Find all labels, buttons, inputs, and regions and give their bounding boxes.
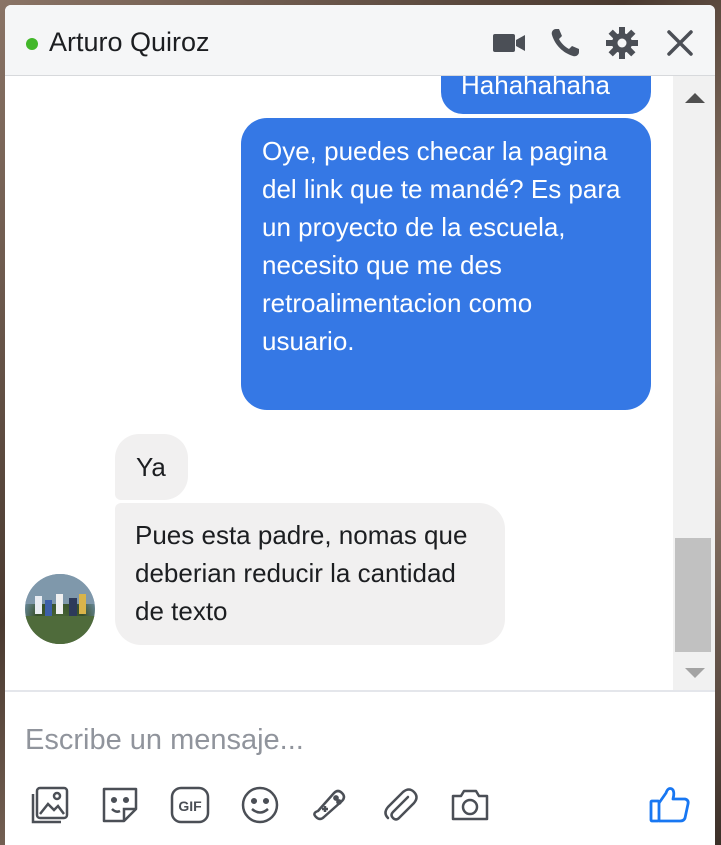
online-status-dot (26, 38, 38, 50)
scroll-down-arrow-icon[interactable] (685, 668, 705, 678)
emoji-icon[interactable] (238, 783, 282, 827)
image-icon[interactable] (28, 783, 72, 827)
scrollbar[interactable] (673, 76, 715, 690)
chat-header[interactable]: Arturo Quiroz (5, 5, 715, 76)
outgoing-message[interactable]: Oye, puedes checar la pagina del link qu… (241, 118, 651, 410)
composer: GIF (5, 690, 715, 845)
scroll-up-arrow-icon[interactable] (685, 93, 705, 103)
message-list[interactable]: Hahahahaha Oye, puedes checar la pagina … (5, 76, 673, 690)
scroll-thumb[interactable] (675, 538, 711, 652)
message-input[interactable] (25, 720, 625, 760)
close-icon[interactable] (662, 25, 698, 61)
attachment-icon[interactable] (378, 783, 422, 827)
avatar[interactable] (25, 574, 95, 644)
game-icon[interactable] (308, 783, 352, 827)
phone-icon[interactable] (547, 25, 583, 61)
chat-window: Arturo Quiroz Hahahahaha Oye, puedes che… (5, 5, 715, 845)
video-call-icon[interactable] (491, 25, 527, 61)
camera-icon[interactable] (448, 783, 492, 827)
incoming-message[interactable]: Ya (115, 434, 188, 500)
svg-text:GIF: GIF (178, 798, 202, 814)
gif-icon[interactable]: GIF (168, 783, 212, 827)
sticker-icon[interactable] (98, 783, 142, 827)
incoming-message[interactable]: Pues esta padre, nomas que deberian redu… (115, 503, 505, 645)
contact-name[interactable]: Arturo Quiroz (49, 27, 210, 58)
gear-icon[interactable] (604, 25, 640, 61)
like-icon[interactable] (648, 783, 692, 827)
outgoing-message[interactable]: Hahahahaha (441, 76, 651, 114)
